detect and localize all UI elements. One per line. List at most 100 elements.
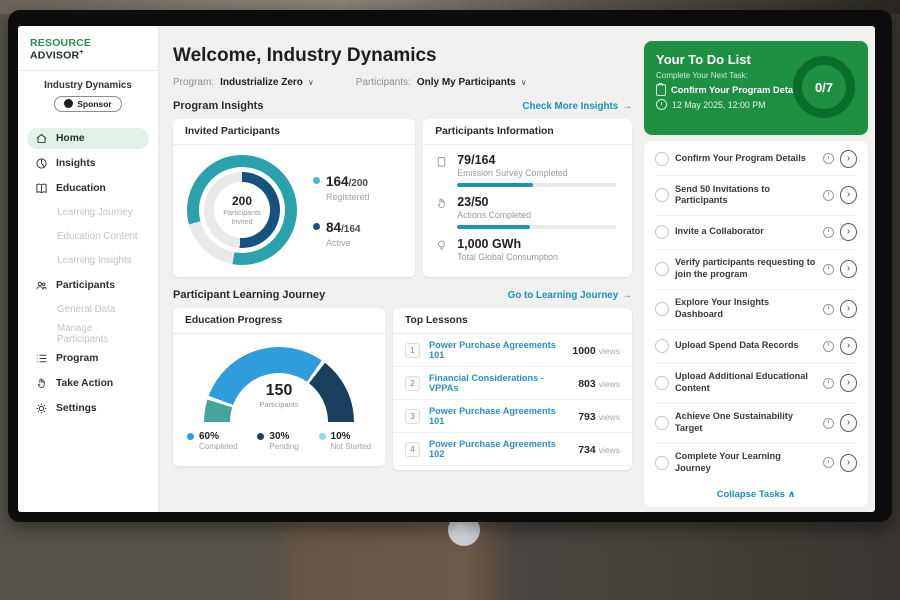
sidebar-item-label: Participants: [56, 280, 115, 291]
sidebar-item-label: Home: [56, 133, 85, 144]
chevron-down-icon[interactable]: ∨: [521, 78, 527, 87]
legend-dot-pending: [257, 433, 264, 440]
arrow-right-icon: →: [622, 290, 632, 301]
lesson-link[interactable]: Power Purchase Agreements 102: [429, 439, 569, 459]
chevron-right-button[interactable]: ›: [840, 337, 857, 355]
go-to-learning-journey-link[interactable]: Go to Learning Journey→: [508, 290, 632, 301]
task-row-explore-insights[interactable]: Explore Your Insights Dashboard ›: [655, 290, 857, 330]
chevron-right-icon: ›: [847, 340, 850, 351]
legend-registered: 164/200 Registered: [313, 173, 370, 202]
clock-icon: [823, 304, 834, 315]
task-row-achieve-target[interactable]: Achieve One Sustainability Target ›: [655, 404, 857, 444]
participants-information-card: Participants Information 79/164 Emission…: [423, 119, 632, 277]
registered-label: Registered: [326, 192, 370, 202]
sidebar-item-label: Program: [56, 353, 98, 364]
task-label: Explore Your Insights Dashboard: [675, 297, 817, 321]
sidebar-item-manage-participants[interactable]: Manage Participants: [27, 324, 149, 344]
task-row-invite-collaborator[interactable]: Invite a Collaborator ›: [655, 216, 857, 250]
active-count: 84: [326, 220, 341, 235]
program-filter[interactable]: Program:Industrialize Zero∨: [173, 77, 314, 88]
chevron-right-button[interactable]: ›: [840, 150, 857, 168]
learning-cards: Education Progress 150 Participants: [173, 308, 632, 470]
sidebar-item-take-action[interactable]: Take Action: [27, 373, 149, 394]
task-checkbox[interactable]: [655, 152, 669, 166]
sidebar-item-education[interactable]: Education: [27, 178, 149, 199]
not-started-pct: 10%: [331, 431, 371, 442]
emission-survey-label: Emission Survey Completed: [457, 168, 620, 178]
invited-donut-center: 200 Participants Invited: [214, 182, 270, 238]
sidebar-item-insights[interactable]: Insights: [27, 153, 149, 174]
program-filter-value[interactable]: Industrialize Zero: [220, 77, 303, 88]
task-checkbox[interactable]: [655, 339, 669, 353]
task-checkbox[interactable]: [655, 456, 669, 470]
chevron-right-button[interactable]: ›: [840, 300, 857, 318]
sponsor-badge-label: Sponsor: [77, 99, 111, 109]
sidebar-item-program[interactable]: Program: [27, 348, 149, 369]
take-action-icon: [35, 377, 48, 390]
chevron-right-button[interactable]: ›: [840, 374, 857, 392]
task-row-confirm-program[interactable]: Confirm Your Program Details ›: [655, 142, 857, 176]
clipboard-icon: [656, 84, 666, 96]
chevron-right-button[interactable]: ›: [840, 260, 857, 278]
lesson-rank: 1: [405, 343, 420, 358]
sidebar-item-general-data[interactable]: General Data: [27, 300, 149, 320]
invited-legend: 164/200 Registered 84/164 Active: [313, 173, 370, 248]
task-checkbox[interactable]: [655, 188, 669, 202]
task-checkbox[interactable]: [655, 302, 669, 316]
clock-icon: [823, 153, 834, 164]
chevron-right-button[interactable]: ›: [840, 186, 857, 204]
chevron-down-icon[interactable]: ∨: [308, 78, 314, 87]
chevron-right-button[interactable]: ›: [840, 223, 857, 241]
consumption-label: Total Global Consumption: [457, 252, 620, 262]
sidebar-item-home[interactable]: Home: [27, 128, 149, 149]
collapse-tasks-link[interactable]: Collapse Tasks ∧: [655, 482, 857, 503]
clock-icon: [656, 99, 667, 110]
metric-emission-survey: 79/164 Emission Survey Completed: [423, 145, 632, 187]
legend-pending: 30%Pending: [257, 431, 298, 451]
participants-filter[interactable]: Participants:Only My Participants∨: [356, 77, 527, 88]
education-progress-card: Education Progress 150 Participants: [173, 308, 385, 466]
lesson-row: 5 Power Purchase Agreements 103 600views: [393, 466, 632, 470]
task-checkbox[interactable]: [655, 376, 669, 390]
collapse-tasks-label: Collapse Tasks: [717, 489, 785, 500]
chevron-right-icon: ›: [847, 377, 850, 388]
participants-icon: [35, 279, 48, 292]
task-label: Invite a Collaborator: [675, 226, 817, 238]
sidebar-item-learning-insights[interactable]: Learning Insights: [27, 251, 149, 271]
task-row-complete-learning-journey[interactable]: Complete Your Learning Journey ›: [655, 444, 857, 483]
views-suffix: views: [599, 379, 620, 389]
check-more-insights-link[interactable]: Check More Insights→: [522, 101, 632, 112]
link-label: Check More Insights: [522, 101, 618, 112]
task-row-send-invitations[interactable]: Send 50 Invitations to Participants ›: [655, 176, 857, 216]
emission-survey-progress-fill: [457, 183, 533, 187]
lesson-link[interactable]: Financial Considerations - VPPAs: [429, 373, 569, 393]
chevron-right-button[interactable]: ›: [840, 414, 857, 432]
consumption-value: 1,000 GWh: [457, 237, 620, 251]
participants-information-title: Participants Information: [423, 119, 632, 145]
settings-icon: [35, 402, 48, 415]
sidebar-item-settings[interactable]: Settings: [27, 398, 149, 419]
task-row-upload-spend-data[interactable]: Upload Spend Data Records ›: [655, 330, 857, 364]
clock-icon: [823, 457, 834, 468]
chevron-right-button[interactable]: ›: [840, 454, 857, 472]
top-lessons-card: Top Lessons 1 Power Purchase Agreements …: [393, 308, 632, 470]
todo-progress-ring: 0/7: [793, 56, 855, 118]
education-gauge-chart: 150 Participants: [204, 347, 354, 422]
lesson-link[interactable]: Power Purchase Agreements 101: [429, 406, 569, 426]
participants-filter-value[interactable]: Only My Participants: [417, 77, 516, 88]
education-progress-title: Education Progress: [173, 308, 385, 334]
lesson-link[interactable]: Power Purchase Agreements 101: [429, 340, 563, 360]
task-checkbox[interactable]: [655, 416, 669, 430]
emission-survey-value: 79/164: [457, 153, 620, 167]
task-checkbox[interactable]: [655, 225, 669, 239]
clock-icon: [823, 227, 834, 238]
task-row-upload-educational-content[interactable]: Upload Additional Educational Content ›: [655, 364, 857, 404]
active-label: Active: [326, 238, 361, 248]
task-checkbox[interactable]: [655, 262, 669, 276]
pending-label: Pending: [269, 442, 298, 451]
task-row-verify-participants[interactable]: Verify participants requesting to join t…: [655, 250, 857, 290]
sidebar-item-participants[interactable]: Participants: [27, 275, 149, 296]
invited-participants-card: Invited Participants 200 Participants In…: [173, 119, 415, 277]
sidebar-item-learning-journey[interactable]: Learning Journey: [27, 203, 149, 223]
sidebar-item-education-content[interactable]: Education Content: [27, 227, 149, 247]
